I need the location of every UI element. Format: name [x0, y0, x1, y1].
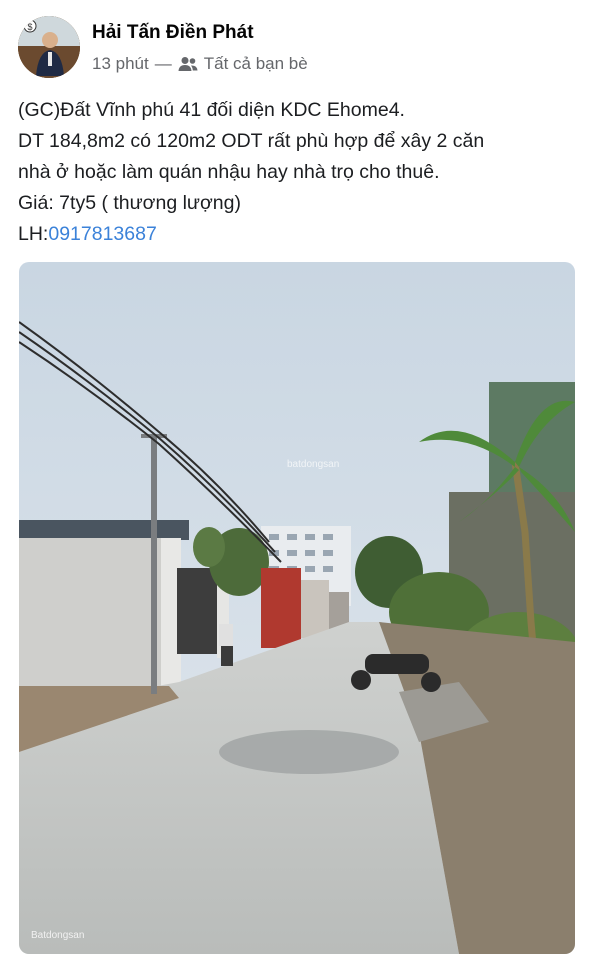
post-time[interactable]: 13 phút	[92, 54, 149, 74]
post-line-2: DT 184,8m2 có 120m2 ODT rất phù hợp để x…	[18, 130, 485, 152]
post-photo[interactable]: batdongsan Batdongsan	[19, 262, 575, 954]
phone-link[interactable]: 0917813687	[48, 223, 156, 245]
street-scene-image: batdongsan Batdongsan	[19, 262, 575, 954]
post-line-1: (GC)Đất Vĩnh phú 41 đối diện KDC Ehome4.	[18, 99, 405, 121]
author-name[interactable]: Hải Tấn Điền Phát	[92, 22, 254, 44]
post-header: $ Hải Tấn Điền Phát 13 phút — Tất cả bạn…	[18, 16, 578, 80]
post-line-4: Giá: 7ty5 ( thương lượng)	[18, 192, 241, 214]
contact-line: LH:0917813687	[18, 219, 578, 250]
post-line-3: nhà ở hoặc làm quán nhậu hay nhà trọ cho…	[18, 161, 440, 183]
contact-prefix: LH:	[18, 223, 49, 245]
watermark-corner: Batdongsan	[31, 930, 84, 941]
friends-icon	[178, 56, 198, 72]
post-text: (GC)Đất Vĩnh phú 41 đối diện KDC Ehome4.…	[18, 95, 578, 250]
watermark-center: batdongsan	[287, 459, 339, 470]
avatar-image: $	[18, 16, 80, 78]
meta-separator: —	[154, 54, 172, 73]
post-meta: 13 phút — Tất cả bạn bè	[92, 54, 308, 74]
author-avatar[interactable]: $	[18, 16, 80, 78]
post-card: $ Hải Tấn Điền Phát 13 phút — Tất cả bạn…	[0, 0, 594, 960]
svg-text:$: $	[27, 22, 32, 32]
audience-label: Tất cả bạn bè	[203, 54, 308, 73]
